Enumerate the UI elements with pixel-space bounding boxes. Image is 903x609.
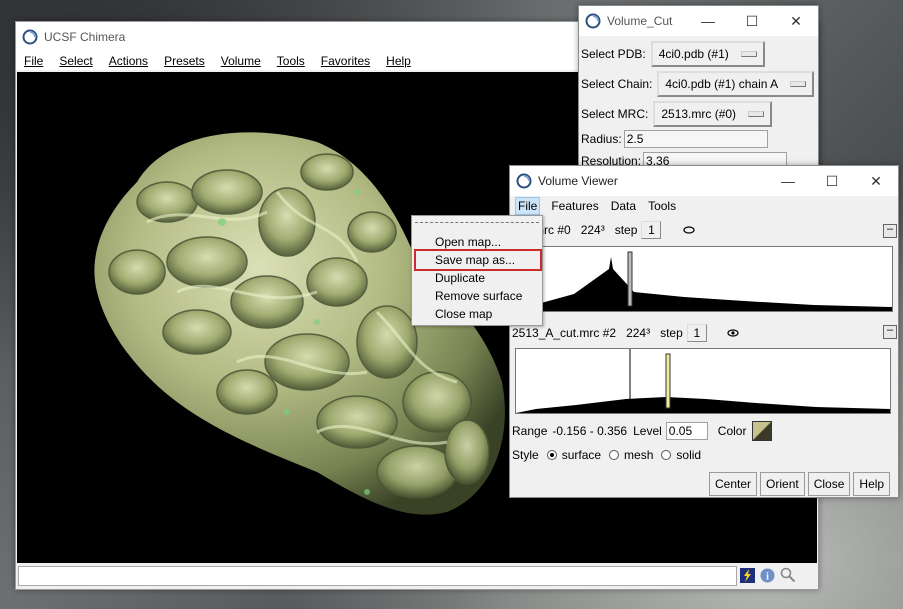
style-solid-label[interactable]: solid bbox=[676, 448, 701, 462]
range-level-row: Range -0.156 - 0.356 Level 0.05 Color bbox=[512, 421, 773, 441]
volume-viewer-title: Volume Viewer bbox=[538, 174, 618, 188]
volume-cut-title: Volume_Cut bbox=[607, 14, 673, 28]
style-mesh-label[interactable]: mesh bbox=[624, 448, 653, 462]
select-pdb-dropdown[interactable]: 4ci0.pdb (#1) bbox=[650, 41, 765, 67]
eye-closed-icon[interactable] bbox=[683, 226, 696, 234]
select-pdb-row: Select PDB: 4ci0.pdb (#1) bbox=[581, 41, 765, 67]
menu-actions[interactable]: Actions bbox=[109, 54, 148, 68]
select-mrc-dropdown[interactable]: 2513.mrc (#0) bbox=[653, 101, 773, 127]
menu-presets[interactable]: Presets bbox=[164, 54, 205, 68]
map2-step-label: step bbox=[660, 326, 683, 340]
minimize-icon[interactable]: — bbox=[686, 6, 730, 36]
radius-row: Radius: 2.5 bbox=[581, 130, 768, 148]
vv-menu-file[interactable]: File bbox=[514, 197, 541, 215]
collapse-panel-button[interactable]: – bbox=[883, 325, 897, 339]
select-chain-label: Select Chain: bbox=[581, 77, 653, 91]
select-mrc-row: Select MRC: 2513.mrc (#0) bbox=[581, 101, 773, 127]
map2-step-button[interactable]: 1 bbox=[686, 324, 707, 342]
chimera-statusbar: i bbox=[16, 563, 818, 589]
chimera-title: UCSF Chimera bbox=[44, 30, 126, 44]
menu-tools[interactable]: Tools bbox=[277, 54, 305, 68]
close-button[interactable]: Close bbox=[807, 472, 851, 496]
menu-select[interactable]: Select bbox=[59, 54, 92, 68]
volume-cut-window: Volume_Cut — ☐ ✕ Select PDB: 4ci0.pdb (#… bbox=[578, 5, 819, 182]
level-input[interactable]: 0.05 bbox=[665, 422, 708, 440]
color-swatch[interactable] bbox=[752, 421, 773, 441]
menu-item-remove-surface[interactable]: Remove surface bbox=[435, 288, 522, 304]
menu-help[interactable]: Help bbox=[386, 54, 411, 68]
style-surface-label[interactable]: surface bbox=[562, 448, 601, 462]
volume-viewer-buttons: Center Orient Close Help bbox=[706, 472, 891, 496]
menu-file[interactable]: File bbox=[24, 54, 43, 68]
menu-volume[interactable]: Volume bbox=[221, 54, 261, 68]
lightning-icon[interactable] bbox=[740, 568, 755, 583]
select-pdb-label: Select PDB: bbox=[581, 47, 646, 61]
volume-cut-titlebar[interactable]: Volume_Cut — ☐ ✕ bbox=[579, 6, 818, 36]
volume-viewer-app-icon bbox=[516, 173, 532, 189]
map1-step-button[interactable]: 1 bbox=[641, 221, 662, 239]
select-mrc-label: Select MRC: bbox=[581, 107, 649, 121]
dropdown-indicator-icon bbox=[790, 81, 807, 87]
volume-viewer-window: Volume Viewer — ☐ ✕ File Features Data T… bbox=[509, 165, 899, 498]
vv-menu-data[interactable]: Data bbox=[611, 199, 636, 213]
info-icon[interactable]: i bbox=[760, 568, 775, 583]
style-solid-radio[interactable] bbox=[661, 450, 672, 460]
select-chain-row: Select Chain: 4ci0.pdb (#1) chain A bbox=[581, 71, 815, 97]
map1-step-label: step bbox=[614, 223, 638, 237]
style-mesh-radio[interactable] bbox=[609, 450, 620, 460]
map1-histogram-plot bbox=[514, 251, 892, 311]
volume-viewer-titlebar[interactable]: Volume Viewer — ☐ ✕ bbox=[510, 166, 898, 196]
map2-size: 224³ bbox=[626, 326, 651, 340]
dropdown-indicator-icon bbox=[740, 51, 757, 57]
help-button[interactable]: Help bbox=[853, 472, 891, 496]
magnifier-icon[interactable] bbox=[780, 567, 796, 583]
maximize-icon[interactable]: ☐ bbox=[810, 166, 854, 196]
chimera-app-icon bbox=[22, 29, 38, 45]
vv-menu-tools[interactable]: Tools bbox=[648, 199, 676, 213]
color-label: Color bbox=[717, 424, 747, 438]
range-value: -0.156 - 0.356 bbox=[552, 424, 628, 438]
svg-text:i: i bbox=[766, 572, 769, 583]
volume-viewer-menubar: File Features Data Tools bbox=[510, 196, 898, 216]
menu-tearoff[interactable] bbox=[415, 222, 539, 223]
save-map-highlight-box bbox=[414, 249, 542, 271]
style-label: Style bbox=[512, 448, 539, 462]
map2-name[interactable]: 2513_A_cut.mrc #2 bbox=[512, 326, 616, 340]
level-label: Level bbox=[633, 424, 662, 438]
menu-item-close-map[interactable]: Close map bbox=[435, 306, 492, 322]
close-icon[interactable]: ✕ bbox=[854, 166, 898, 196]
orient-button[interactable]: Orient bbox=[760, 472, 805, 496]
map1-header: mrc #0 224³ step 1 bbox=[534, 221, 696, 239]
maximize-icon[interactable]: ☐ bbox=[730, 6, 774, 36]
eye-icon[interactable] bbox=[727, 329, 739, 337]
collapse-panel-button[interactable]: – bbox=[883, 224, 897, 238]
dropdown-indicator-icon bbox=[748, 111, 765, 117]
volume-cut-app-icon bbox=[585, 13, 601, 29]
select-chain-dropdown[interactable]: 4ci0.pdb (#1) chain A bbox=[657, 71, 815, 97]
map2-histogram[interactable] bbox=[515, 348, 891, 414]
style-surface-radio[interactable] bbox=[546, 450, 557, 460]
radius-input[interactable]: 2.5 bbox=[623, 130, 768, 148]
command-line-input[interactable] bbox=[18, 566, 737, 586]
map2-header: 2513_A_cut.mrc #2 224³ step 1 bbox=[512, 324, 739, 342]
menu-item-duplicate[interactable]: Duplicate bbox=[435, 270, 485, 286]
style-row: Style surface mesh solid bbox=[512, 448, 701, 462]
map2-histogram-plot bbox=[516, 349, 890, 413]
file-dropdown-menu: Open map... Save map as... Duplicate Rem… bbox=[411, 215, 543, 326]
center-button[interactable]: Center bbox=[709, 472, 758, 496]
close-icon[interactable]: ✕ bbox=[774, 6, 818, 36]
range-label: Range bbox=[512, 424, 548, 438]
radius-label: Radius: bbox=[581, 132, 622, 146]
minimize-icon[interactable]: — bbox=[766, 166, 810, 196]
map1-size: 224³ bbox=[580, 223, 605, 237]
menu-favorites[interactable]: Favorites bbox=[321, 54, 370, 68]
menu-item-open-map[interactable]: Open map... bbox=[435, 234, 501, 250]
map1-histogram[interactable] bbox=[513, 246, 893, 312]
vv-menu-features[interactable]: Features bbox=[551, 199, 598, 213]
